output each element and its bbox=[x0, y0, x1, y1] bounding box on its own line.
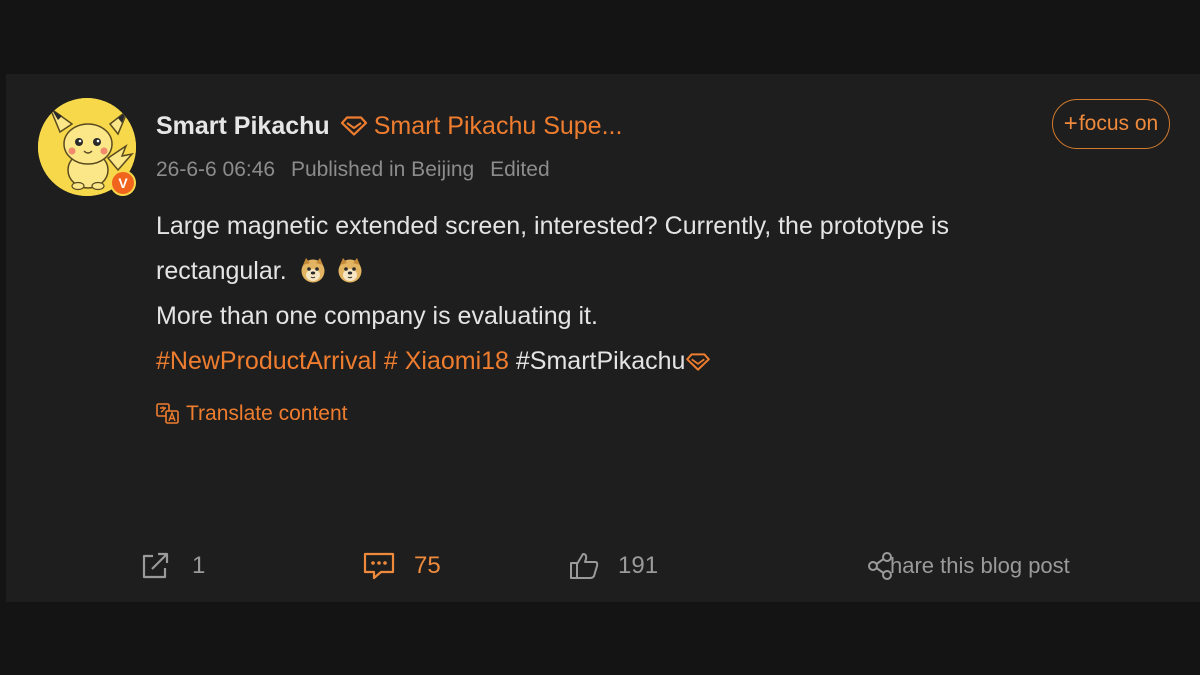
post-location: Published in Beijing bbox=[290, 158, 475, 181]
thumbs-up-icon bbox=[570, 553, 599, 579]
hashtag-new-product-arrival[interactable]: #NewProductArrival bbox=[156, 347, 377, 375]
hashtag-line: #NewProductArrival # Xiaomi18 #SmartPika… bbox=[156, 339, 1156, 384]
hashtag-xiaomi18[interactable]: # Xiaomi18 bbox=[384, 347, 509, 375]
translate-button[interactable]: Translate content bbox=[156, 402, 347, 426]
doge-emoji-icon bbox=[338, 258, 362, 283]
comment-button[interactable]: 75 bbox=[362, 546, 441, 586]
page: V Smart Pikachu Smart Pikachu Supe... 26… bbox=[0, 0, 1200, 675]
translate-icon bbox=[156, 403, 179, 424]
author-name[interactable]: Smart Pikachu bbox=[156, 112, 330, 141]
repost-icon bbox=[142, 552, 169, 579]
diamond-icon bbox=[686, 353, 711, 371]
content-line-2-text: rectangular. bbox=[156, 257, 287, 285]
follow-button[interactable]: + focus on bbox=[1052, 99, 1170, 149]
diamond-icon[interactable] bbox=[340, 116, 368, 136]
follow-label: focus on bbox=[1078, 112, 1159, 135]
post-meta: 26-6-6 06:46 Published in Beijing Edited bbox=[156, 158, 560, 182]
like-button[interactable]: 191 bbox=[568, 546, 658, 586]
super-topic-link[interactable]: Smart Pikachu Supe... bbox=[374, 112, 623, 141]
action-bar: 1 75 191 hare this blog post bbox=[6, 546, 1200, 586]
author-row: Smart Pikachu Smart Pikachu Supe... bbox=[156, 110, 622, 142]
comment-icon bbox=[363, 552, 395, 580]
like-count: 191 bbox=[618, 552, 659, 579]
edited-label[interactable]: Edited bbox=[490, 158, 550, 181]
post-date[interactable]: 26-6-6 06:46 bbox=[156, 158, 275, 181]
hashtag-smart-pikachu[interactable]: #SmartPikachu bbox=[516, 347, 686, 375]
repost-button[interactable]: 1 bbox=[140, 546, 205, 586]
comment-count: 75 bbox=[414, 552, 441, 579]
content-line-1: Large magnetic extended screen, interest… bbox=[156, 212, 950, 240]
post-card: V Smart Pikachu Smart Pikachu Supe... 26… bbox=[6, 74, 1200, 602]
repost-count: 1 bbox=[192, 552, 206, 579]
content-line-2: rectangular. bbox=[156, 249, 1156, 294]
doge-emoji-icon bbox=[301, 258, 325, 283]
verified-badge: V bbox=[110, 170, 136, 196]
translate-label: Translate content bbox=[186, 402, 348, 425]
post-content: Large magnetic extended screen, interest… bbox=[156, 204, 1156, 384]
share-button[interactable]: hare this blog post bbox=[866, 546, 1070, 586]
share-label: hare this blog post bbox=[890, 553, 1070, 578]
content-line-3: More than one company is evaluating it. bbox=[156, 302, 598, 330]
plus-icon: + bbox=[1063, 110, 1078, 137]
